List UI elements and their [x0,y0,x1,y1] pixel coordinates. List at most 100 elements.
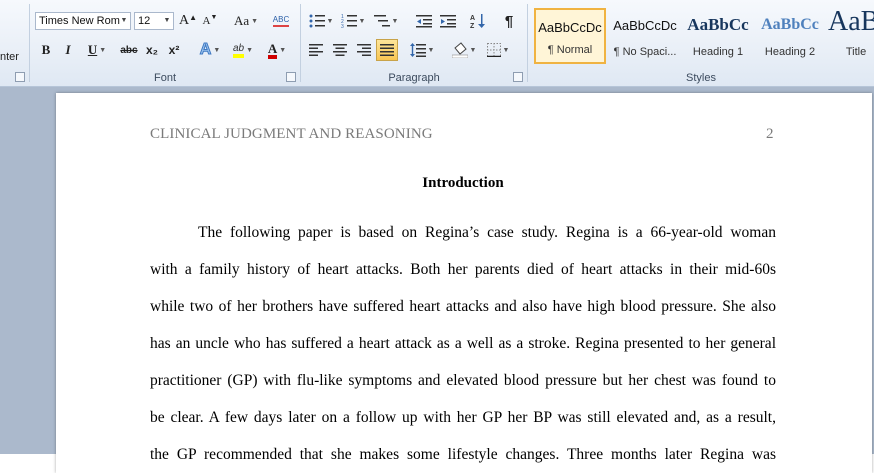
document-page[interactable]: CLINICAL JUDGMENT AND REASONING 2 Introd… [56,93,872,473]
font-size-combo[interactable]: 12 ▼ [134,12,174,30]
font-color-button[interactable]: A ▼ [262,40,292,60]
font-group: Times New Rom ▼ 12 ▼ A ▲ A ▼ Aa ▼ ABC B I U… [30,0,300,86]
paragraph-line: has an uncle who has suffered a heart at… [150,335,776,352]
bold-button[interactable]: B [36,40,56,60]
paragraph-line: be clear. A few days later on a follow u… [150,409,776,426]
superscript-button[interactable]: x² [164,40,184,60]
sort-icon: AZ [470,14,485,29]
paragraph-group: ▼ 1 2 3 ▼ ▼ AZ ¶ ▼ ▼ ▼ Paragraph [301,0,527,86]
paragraph-line: practitioner (GP) with flu-like symptoms… [150,372,776,389]
shrink-font-button[interactable]: A ▼ [200,11,220,31]
style-name: Heading 1 [692,46,744,58]
line-spacing-button[interactable]: ▼ [407,40,437,60]
font-color-icon: A [267,40,278,59]
style-title[interactable]: AaB Title [826,8,874,64]
justify-icon [380,44,394,56]
subscript-icon: x₂ [145,43,158,57]
clipboard-dialog-launcher[interactable] [15,72,25,82]
document-area[interactable]: CLINICAL JUDGMENT AND REASONING 2 Introd… [0,87,874,473]
grow-font-icon: A [178,13,190,28]
underline-button[interactable]: U ▼ [82,40,112,60]
multilevel-list-icon [373,15,390,27]
highlight-icon: ab [232,42,245,58]
italic-button[interactable]: I [58,40,78,60]
numbering-icon: 123 [341,14,357,28]
subscript-button[interactable]: x₂ [142,40,162,60]
paragraph-line: the GP recommended that she makes some l… [150,446,776,463]
italic-icon: I [65,42,71,57]
svg-text:3: 3 [341,24,344,28]
multilevel-list-button[interactable]: ▼ [371,11,401,31]
change-case-button[interactable]: Aa ▼ [232,11,260,31]
bullets-icon [309,14,325,28]
svg-text:A: A [470,15,475,22]
font-dialog-launcher[interactable] [286,72,296,82]
pilcrow-icon: ¶ [504,12,514,30]
highlight-button[interactable]: ab ▼ [228,40,258,60]
style-name: ¶ No Spaci... [613,46,677,58]
section-heading: Introduction [422,175,504,191]
strikethrough-icon: abc [120,44,138,56]
svg-text:Z: Z [470,23,475,29]
clear-formatting-button[interactable]: ABC [270,11,292,31]
change-case-icon: Aa [233,13,250,28]
superscript-icon: x² [168,43,180,57]
style-name: ¶ Normal [547,44,593,56]
justify-button[interactable] [376,39,398,61]
shading-button[interactable]: ▼ [449,40,479,60]
bullets-button[interactable]: ▼ [307,11,335,31]
align-left-button[interactable] [305,40,327,60]
borders-icon [486,43,501,57]
style-name: Title [845,46,867,58]
paragraph-group-label: Paragraph [388,72,440,84]
style-preview: AaBbCc [761,16,819,33]
highlight-glyph: ab [232,42,245,54]
page-number: 2 [766,126,774,142]
paint-bucket-icon [451,42,468,58]
styles-group: AaBbCcDc ¶ Normal AaBbCcDc ¶ No Spaci...… [528,0,874,86]
paragraph-line: while two of her brothers have suffered … [150,298,776,315]
paragraph-line: with a family history of heart attacks. … [150,261,776,278]
paragraph-line: The following paper is based on Regina’s… [198,224,776,241]
decrease-indent-button[interactable] [413,11,435,31]
text-effects-button[interactable]: A ▼ [196,40,224,60]
numbering-button[interactable]: 1 2 3 ▼ [339,11,367,31]
align-center-icon [333,44,347,56]
style-preview: AaBbCc [687,15,749,34]
show-formatting-button[interactable]: ¶ [499,11,519,31]
font-size-value: 12 [138,15,151,27]
align-center-button[interactable] [329,40,351,60]
text-effects-icon: A [199,41,212,59]
line-spacing-icon [409,43,426,57]
strikethrough-button[interactable]: abc [118,40,140,60]
ribbon: nter Times New Rom ▼ 12 ▼ A ▲ A ▼ Aa ▼ ABC … [0,0,874,87]
increase-indent-icon [440,15,456,28]
chevron-down-icon[interactable]: ▼ [118,13,130,29]
chevron-down-icon[interactable]: ▼ [161,13,173,29]
font-color-glyph: A [267,40,278,56]
style-normal[interactable]: AaBbCcDc ¶ Normal [534,8,606,64]
increase-indent-button[interactable] [437,11,459,31]
style-name: Heading 2 [764,46,816,58]
bold-icon: B [41,42,51,57]
shrink-font-icon: A [202,15,211,27]
underline-icon: U [87,42,98,57]
paragraph-dialog-launcher[interactable] [513,72,523,82]
align-right-icon [357,44,371,56]
style-no-spacing[interactable]: AaBbCcDc ¶ No Spaci... [608,8,682,64]
style-preview: AaBbCcDc [538,20,602,35]
grow-font-button[interactable]: A ▲ [178,11,198,31]
font-name-value: Times New Rom [39,15,120,27]
format-painter-label[interactable]: nter [0,51,19,63]
sort-button[interactable]: AZ [467,11,489,31]
style-heading-1[interactable]: AaBbCc Heading 1 [682,8,754,64]
running-header: CLINICAL JUDGMENT AND REASONING [150,126,433,142]
font-group-label: Font [153,72,176,84]
style-preview: AaBbCcDc [613,18,677,33]
clear-formatting-icon: ABC [272,15,290,27]
font-name-combo[interactable]: Times New Rom ▼ [35,12,131,30]
align-right-button[interactable] [353,40,375,60]
decrease-indent-icon [416,15,432,28]
borders-button[interactable]: ▼ [483,40,513,60]
style-heading-2[interactable]: AaBbCc Heading 2 [754,8,826,64]
